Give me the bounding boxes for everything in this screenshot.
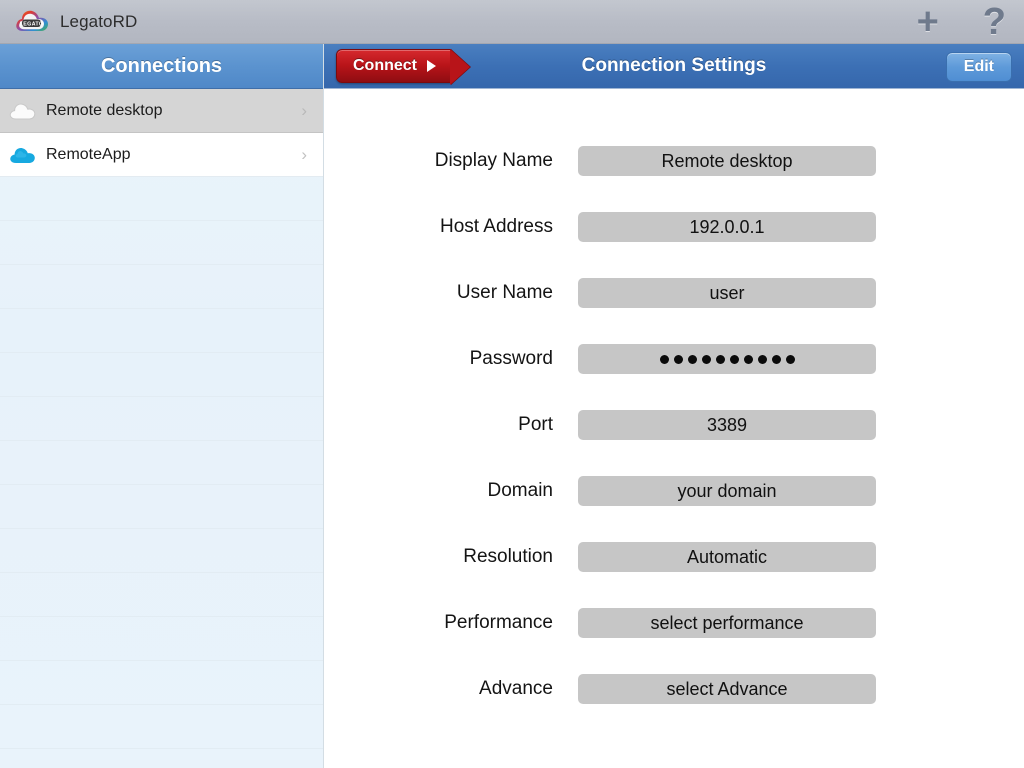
- form-value: select Advance: [666, 678, 788, 699]
- sidebar-empty-row: [0, 397, 323, 441]
- sidebar-empty-row: [0, 309, 323, 353]
- form-label: Password: [469, 348, 553, 369]
- form-label: Host Address: [440, 216, 553, 237]
- connection-settings-form: Display Name Remote desktop Host Address 19…: [325, 90, 1024, 768]
- app-window: LEGATO LegatoRD + ? Connections Remote d…: [0, 0, 1024, 768]
- password-dot: [673, 354, 683, 364]
- sidebar-empty-row: [0, 177, 323, 221]
- form-row: Advance select Advance: [325, 674, 1024, 704]
- form-value: user: [709, 282, 745, 303]
- form-label: Resolution: [463, 546, 553, 567]
- form-row: User Name user: [325, 278, 1024, 308]
- password-dot: [729, 354, 739, 364]
- settings-navbar: Connection Settings Connect Edit: [324, 44, 1024, 89]
- form-label: Advance: [479, 678, 553, 699]
- connections-sidebar: Connections Remote desktop › RemoteApp ›: [0, 44, 324, 768]
- form-select-field[interactable]: select Advance: [578, 674, 876, 704]
- form-value: Remote desktop: [661, 150, 793, 171]
- sidebar-empty-row: [0, 441, 323, 485]
- form-select-field[interactable]: Automatic: [578, 542, 876, 572]
- form-label: Performance: [444, 612, 553, 633]
- password-mask: [659, 354, 795, 364]
- form-value: your domain: [677, 480, 777, 501]
- form-row: Display Name Remote desktop: [325, 146, 1024, 176]
- sidebar-item-label: RemoteApp: [46, 145, 131, 163]
- cloud-filled-icon: [0, 144, 46, 166]
- sidebar-empty-rows: [0, 177, 323, 768]
- sidebar-empty-row: [0, 573, 323, 617]
- connect-button-label: Connect: [353, 57, 417, 74]
- form-input-field[interactable]: your domain: [578, 476, 876, 506]
- sidebar-empty-row: [0, 221, 323, 265]
- sidebar-empty-row: [0, 529, 323, 573]
- form-label: User Name: [456, 282, 553, 303]
- sidebar-title: Connections: [100, 54, 223, 77]
- connect-button[interactable]: Connect: [336, 49, 451, 83]
- form-label: Port: [518, 414, 553, 435]
- sidebar-item-label: Remote desktop: [46, 101, 163, 119]
- sidebar-item-remote-desktop[interactable]: Remote desktop ›: [0, 89, 323, 133]
- form-value: 192.0.0.1: [689, 216, 765, 237]
- chevron-right-icon: ›: [301, 100, 307, 120]
- form-input-field[interactable]: [578, 344, 876, 374]
- password-dot: [785, 354, 795, 364]
- legato-logo-icon: LEGATO: [14, 7, 50, 37]
- top-app-bar: LEGATO LegatoRD + ?: [0, 0, 1024, 44]
- form-row: Domain your domain: [325, 476, 1024, 506]
- sidebar-empty-row: [0, 353, 323, 397]
- app-title: LegatoRD: [60, 11, 138, 31]
- password-dot: [687, 354, 697, 364]
- form-row: Performance select performance: [325, 608, 1024, 638]
- form-label: Display Name: [434, 150, 553, 171]
- sidebar-empty-row: [0, 705, 323, 749]
- add-icon[interactable]: +: [917, 3, 939, 41]
- cloud-outline-icon: [0, 100, 46, 122]
- form-input-field[interactable]: 192.0.0.1: [578, 212, 876, 242]
- form-label: Domain: [487, 480, 553, 501]
- form-input-field[interactable]: 3389: [578, 410, 876, 440]
- chevron-right-icon: ›: [301, 144, 307, 164]
- sidebar-empty-row: [0, 485, 323, 529]
- sidebar-empty-row: [0, 265, 323, 309]
- sidebar-empty-row: [0, 749, 323, 768]
- password-dot: [659, 354, 669, 364]
- form-select-field[interactable]: select performance: [578, 608, 876, 638]
- password-dot: [715, 354, 725, 364]
- edit-button[interactable]: Edit: [945, 52, 1012, 82]
- form-value: select performance: [650, 612, 804, 633]
- help-icon[interactable]: ?: [983, 3, 1006, 41]
- edit-button-label: Edit: [963, 58, 994, 75]
- sidebar-header: Connections: [0, 44, 323, 89]
- password-dot: [757, 354, 767, 364]
- password-dot: [701, 354, 711, 364]
- form-input-field[interactable]: Remote desktop: [578, 146, 876, 176]
- sidebar-empty-row: [0, 661, 323, 705]
- form-row: Port 3389: [325, 410, 1024, 440]
- form-input-field[interactable]: user: [578, 278, 876, 308]
- form-value: 3389: [706, 414, 748, 435]
- password-dot: [771, 354, 781, 364]
- sidebar-empty-row: [0, 617, 323, 661]
- password-dot: [743, 354, 753, 364]
- topbar-actions: + ?: [917, 0, 1006, 44]
- sidebar-item-remoteapp[interactable]: RemoteApp ›: [0, 133, 323, 177]
- form-row: Host Address 192.0.0.1: [325, 212, 1024, 242]
- svg-text:LEGATO: LEGATO: [20, 21, 44, 27]
- form-row: Password: [325, 344, 1024, 374]
- form-row: Resolution Automatic: [325, 542, 1024, 572]
- play-triangle-icon: [427, 60, 436, 72]
- form-value: Automatic: [686, 546, 768, 567]
